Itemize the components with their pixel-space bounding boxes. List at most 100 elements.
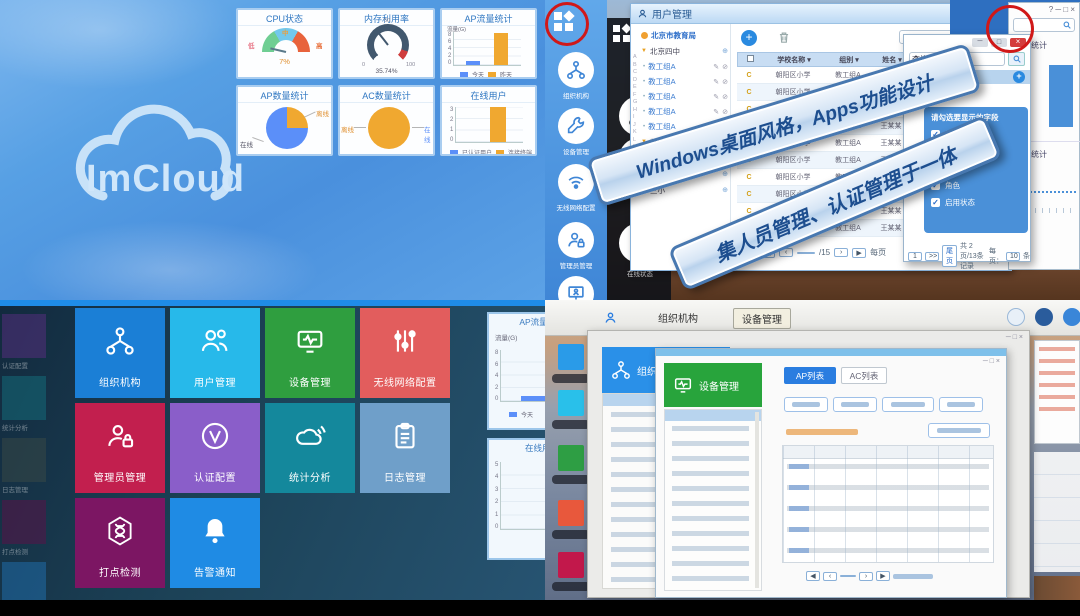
window-controls[interactable]: ─ □ × <box>1006 334 1023 341</box>
tree-leaf[interactable]: • 教工组A ✎ ⊘ <box>631 74 730 89</box>
dock-item-online-status[interactable] <box>553 276 599 300</box>
expand-icon[interactable]: ⊕ <box>722 186 728 194</box>
ap-count-pie <box>266 107 308 149</box>
expand-icon[interactable]: ⊕ <box>722 170 728 178</box>
disable-icon[interactable]: ⊘ <box>722 78 728 86</box>
delete-trash-icon[interactable] <box>777 30 791 45</box>
appbar-label <box>552 475 590 484</box>
tile-admins[interactable]: 管理员管理 <box>75 403 165 493</box>
link-column <box>789 464 809 558</box>
column-config-button[interactable] <box>928 423 990 438</box>
page-input[interactable] <box>797 252 815 254</box>
side-chart-ap-traffic: AP流量统计 流量(G) 86420 今天 <box>487 312 545 430</box>
add-button[interactable]: + <box>741 30 757 46</box>
dock-item-device[interactable]: 设备管理 <box>553 108 599 156</box>
tile-probe-detect[interactable]: 打点检测 <box>75 498 165 588</box>
ap-list-button[interactable]: AP列表 <box>784 367 836 384</box>
appbar-org-icon[interactable] <box>558 344 584 370</box>
chooser-field-row[interactable]: ✓ 角色 <box>931 180 1021 191</box>
last-page-button[interactable]: 尾页 <box>942 245 957 267</box>
tiles-icon[interactable] <box>613 25 630 42</box>
prev-page-button[interactable]: ‹ <box>823 572 837 581</box>
expand-icon[interactable]: ⊕ <box>722 47 728 55</box>
bar-connected-terminals <box>490 107 506 142</box>
tile-org[interactable]: 组织机构 <box>75 308 165 398</box>
tab-org[interactable]: 组织机构 <box>650 308 706 327</box>
device-header-block[interactable]: 设备管理 <box>664 363 762 407</box>
device-icon <box>672 374 694 396</box>
info-icon[interactable] <box>1035 308 1053 326</box>
device-table[interactable] <box>782 445 994 563</box>
ghost-tile <box>2 438 46 482</box>
tile-devices[interactable]: 设备管理 <box>265 308 355 398</box>
edit-icon[interactable]: ✎ <box>713 108 719 116</box>
page-size-input[interactable]: 10 <box>1006 252 1020 261</box>
minimize-button[interactable]: ─ <box>972 38 988 47</box>
window-controls[interactable]: ─ □ × <box>983 358 1000 365</box>
tree-root[interactable]: 北京市教育局 <box>631 24 730 43</box>
tree-group[interactable]: ▼ 北京四中 ⊕ <box>631 43 730 59</box>
filter-tag[interactable] <box>786 429 858 435</box>
last-page-button[interactable]: ▶ <box>876 571 890 581</box>
appbar-admin-icon[interactable] <box>558 552 584 578</box>
tree-leaf[interactable]: • 教工组A ✎ ⊘ <box>631 104 730 119</box>
toolbar-button[interactable] <box>882 397 934 412</box>
tile-logs[interactable]: 日志管理 <box>360 403 450 493</box>
edit-icon[interactable]: ✎ <box>713 78 719 86</box>
pie-label-online: 在线 <box>424 124 433 144</box>
photo-icon[interactable] <box>1007 308 1025 326</box>
page-input[interactable] <box>840 575 856 577</box>
legend: 今天 昨天 <box>460 70 512 79</box>
disable-icon[interactable]: ⊘ <box>722 108 728 116</box>
to olbar-button[interactable] <box>939 397 983 412</box>
scrollbar[interactable] <box>755 412 759 588</box>
edit-icon[interactable]: ✎ <box>713 93 719 101</box>
tile-wireless-config[interactable]: 无线网络配置 <box>360 308 450 398</box>
toolbar-button[interactable] <box>833 397 877 412</box>
next-page-button[interactable]: › <box>859 572 873 581</box>
appbar-users-icon[interactable] <box>558 390 584 416</box>
tree-leaf[interactable]: • 教工组A ✎ ⊘ <box>631 89 730 104</box>
gauge-label-low: 低 <box>248 40 255 50</box>
page-number[interactable]: 1 <box>908 252 922 261</box>
search-button[interactable] <box>1008 52 1025 66</box>
tile-auth-config[interactable]: 认证配置 <box>170 403 260 493</box>
globe-icon[interactable] <box>1063 308 1080 326</box>
disable-icon[interactable]: ⊘ <box>722 63 728 71</box>
appbar-label <box>552 374 590 383</box>
edit-icon[interactable]: ✎ <box>713 63 719 71</box>
dock-item-org[interactable]: 组织机构 <box>553 52 599 100</box>
appbar-auth-icon[interactable] <box>558 445 584 471</box>
tile-alerts[interactable]: 告警通知 <box>170 498 260 588</box>
tile-users[interactable]: 用户管理 <box>170 308 260 398</box>
add-column-button[interactable]: + <box>1013 71 1025 83</box>
appbar-stats-icon[interactable] <box>558 500 584 526</box>
next-page-button[interactable]: › <box>834 248 848 257</box>
sky-cloud-patch <box>0 0 240 90</box>
tab-devices[interactable]: 设备管理 <box>733 308 791 329</box>
widget-title: AP数量统计 <box>238 87 331 103</box>
appbar-label <box>552 420 590 429</box>
ac-count-pie <box>368 107 410 149</box>
first-page-button[interactable]: ◀ <box>806 571 820 581</box>
device-tree-list[interactable] <box>664 409 762 591</box>
chooser-field-row[interactable]: ✓ 启用状态 <box>931 197 1021 208</box>
bar-today <box>466 61 480 65</box>
ac-list-button[interactable]: AC列表 <box>841 367 887 384</box>
tile-statistics[interactable]: 统计分析 <box>265 403 355 493</box>
dock-item-admin[interactable]: 管理员管理 <box>553 222 599 270</box>
widget-title: AC数量统计 <box>340 87 433 103</box>
search-icon <box>1012 54 1022 64</box>
blurred-red-text <box>1039 347 1075 411</box>
tree-leaf[interactable]: • 教工组A ✎ ⊘ <box>631 59 730 74</box>
next-pages-button[interactable]: >> <box>925 252 939 261</box>
unit-label: 条 <box>1023 251 1030 261</box>
widget-online-users: 在线用户 3210 已认证用户 连接终端 <box>440 85 537 156</box>
last-page-button[interactable]: ▶ <box>852 248 866 258</box>
checkbox[interactable] <box>747 55 754 62</box>
disable-icon[interactable]: ⊘ <box>722 93 728 101</box>
ghost-tile <box>2 314 46 358</box>
toolbar-button[interactable] <box>784 397 828 412</box>
tiles-icon[interactable] <box>554 12 574 32</box>
pie-label-offline: 离线 <box>341 124 354 134</box>
